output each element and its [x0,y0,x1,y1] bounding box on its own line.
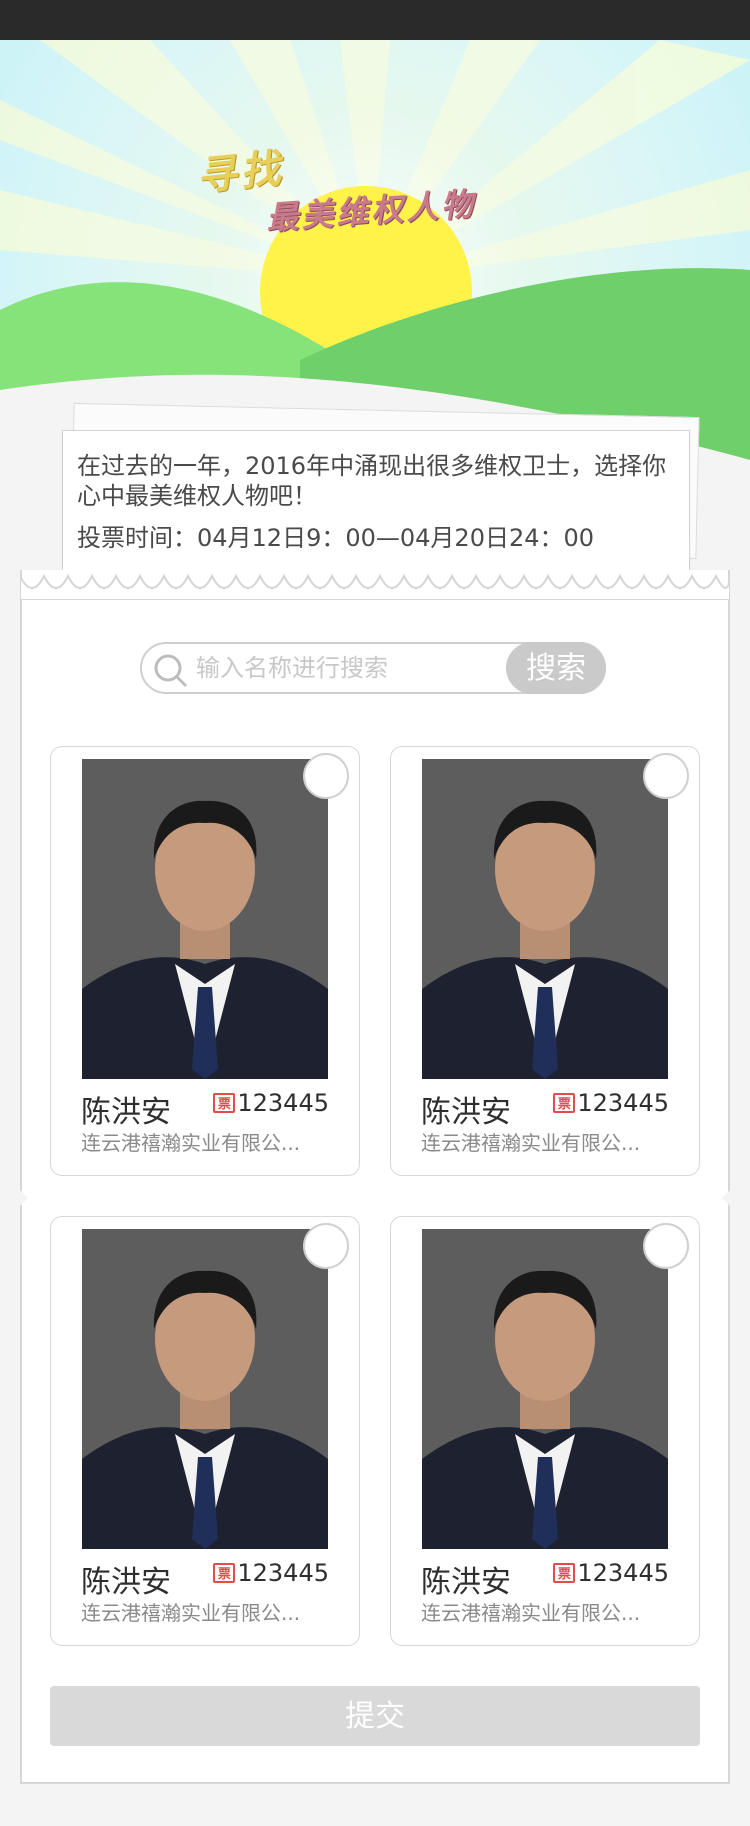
candidate-company: 连云港禧瀚实业有限公... [81,1601,301,1625]
candidate-votes: 票 123445 [553,1089,669,1117]
candidate-card[interactable]: 陈洪安 票 123445 连云港禧瀚实业有限公... [390,746,700,1176]
select-checkbox[interactable] [303,753,349,799]
candidate-name: 陈洪安 [81,1095,171,1130]
candidate-name: 陈洪安 [421,1095,511,1130]
candidate-votes: 票 123445 [553,1559,669,1587]
candidate-card[interactable]: 陈洪安 票 123445 连云港禧瀚实业有限公... [50,1216,360,1646]
candidate-name: 陈洪安 [81,1565,171,1600]
candidate-name: 陈洪安 [421,1565,511,1600]
search-input[interactable] [196,650,496,686]
candidate-votes: 票 123445 [213,1089,329,1117]
candidate-company: 连云港禧瀚实业有限公... [81,1131,301,1155]
vote-ticket-icon: 票 [213,1093,236,1113]
candidate-photo [422,759,668,1079]
candidate-company: 连云港禧瀚实业有限公... [421,1131,641,1155]
select-checkbox[interactable] [643,1223,689,1269]
vote-ticket-icon: 票 [213,1563,236,1583]
select-checkbox[interactable] [303,1223,349,1269]
vote-count: 123445 [237,1089,329,1117]
vote-ticket-icon: 票 [553,1563,576,1583]
submit-button[interactable]: 提交 [50,1686,700,1746]
search-bar: 搜索 [140,642,606,694]
candidate-company: 连云港禧瀚实业有限公... [421,1601,641,1625]
vote-time: 投票时间：04月12日9：00—04月20日24：00 [77,524,595,552]
candidate-photo [422,1229,668,1549]
candidate-votes: 票 123445 [213,1559,329,1587]
search-button[interactable]: 搜索 [506,642,606,694]
vote-count: 123445 [237,1559,329,1587]
intro-card: 在过去的一年，2016年中涌现出很多维权卫士，选择你心中最美维权人物吧！ 投票时… [62,430,690,582]
vote-ticket-icon: 票 [553,1093,576,1113]
status-bar [0,0,750,40]
intro-text: 在过去的一年，2016年中涌现出很多维权卫士，选择你心中最美维权人物吧！ [77,452,667,510]
ticket-scalloped-edge [20,573,730,600]
candidate-card[interactable]: 陈洪安 票 123445 连云港禧瀚实业有限公... [390,1216,700,1646]
candidate-photo [82,1229,328,1549]
search-icon [154,654,187,687]
vote-count: 123445 [577,1559,669,1587]
vote-count: 123445 [577,1089,669,1117]
candidate-card[interactable]: 陈洪安 票 123445 连云港禧瀚实业有限公... [50,746,360,1176]
select-checkbox[interactable] [643,753,689,799]
candidate-photo [82,759,328,1079]
